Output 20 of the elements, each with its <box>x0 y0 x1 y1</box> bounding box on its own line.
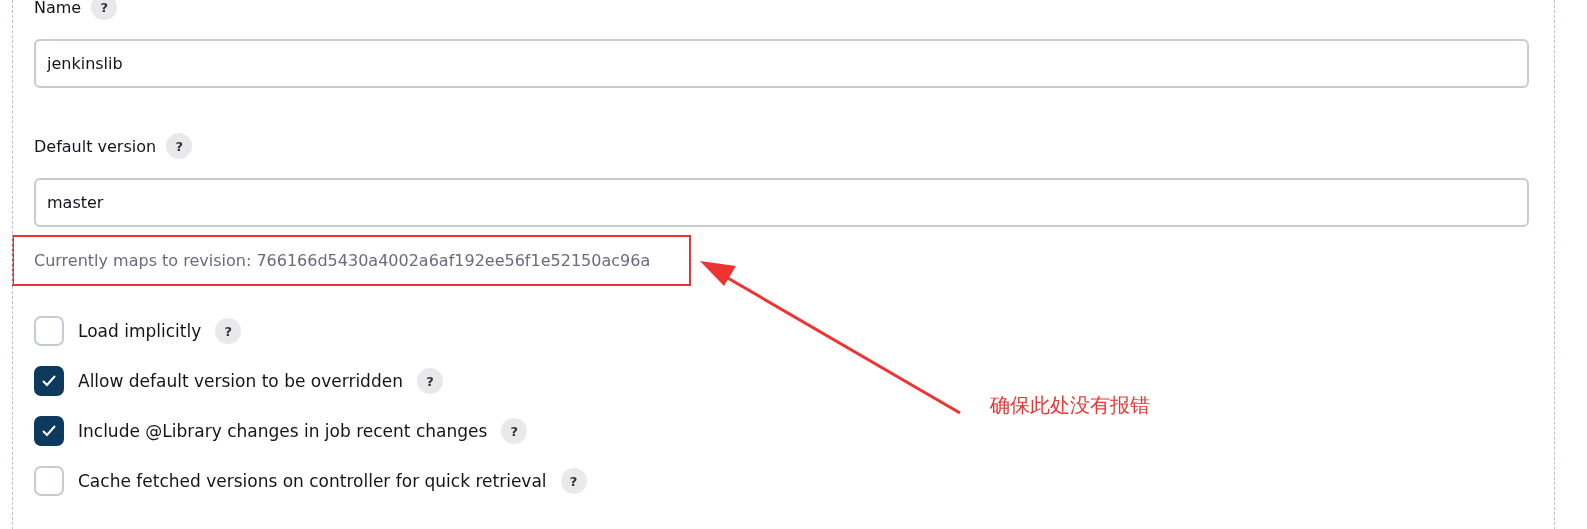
checkbox[interactable] <box>34 366 64 396</box>
annotation-text: 确保此处没有报错 <box>990 392 1150 419</box>
option-label: Load implicitly <box>78 321 202 341</box>
revision-note: Currently maps to revision: 766166d5430a4002a6af192ee56f1e52150ac96a <box>34 251 651 270</box>
help-button[interactable]: ? <box>501 418 528 444</box>
help-button[interactable]: ? <box>91 0 118 20</box>
option-label: Cache fetched versions on controller for quick retrieval <box>78 471 547 491</box>
help-button[interactable]: ? <box>215 318 242 344</box>
help-button[interactable]: ? <box>560 468 587 494</box>
option-label: Allow default version to be overridden <box>78 371 403 391</box>
field-label: Name <box>34 0 82 17</box>
option-label: Include @Library changes in job recent changes <box>78 421 488 441</box>
help-button[interactable]: ? <box>166 133 193 159</box>
checkbox[interactable] <box>34 416 64 446</box>
text-input[interactable]: jenkinslib <box>34 39 1529 88</box>
check-icon <box>41 424 57 438</box>
check-icon <box>41 374 57 388</box>
field-label: Default version <box>34 136 157 156</box>
help-button[interactable]: ? <box>416 368 443 394</box>
text-input[interactable]: master <box>34 178 1529 227</box>
